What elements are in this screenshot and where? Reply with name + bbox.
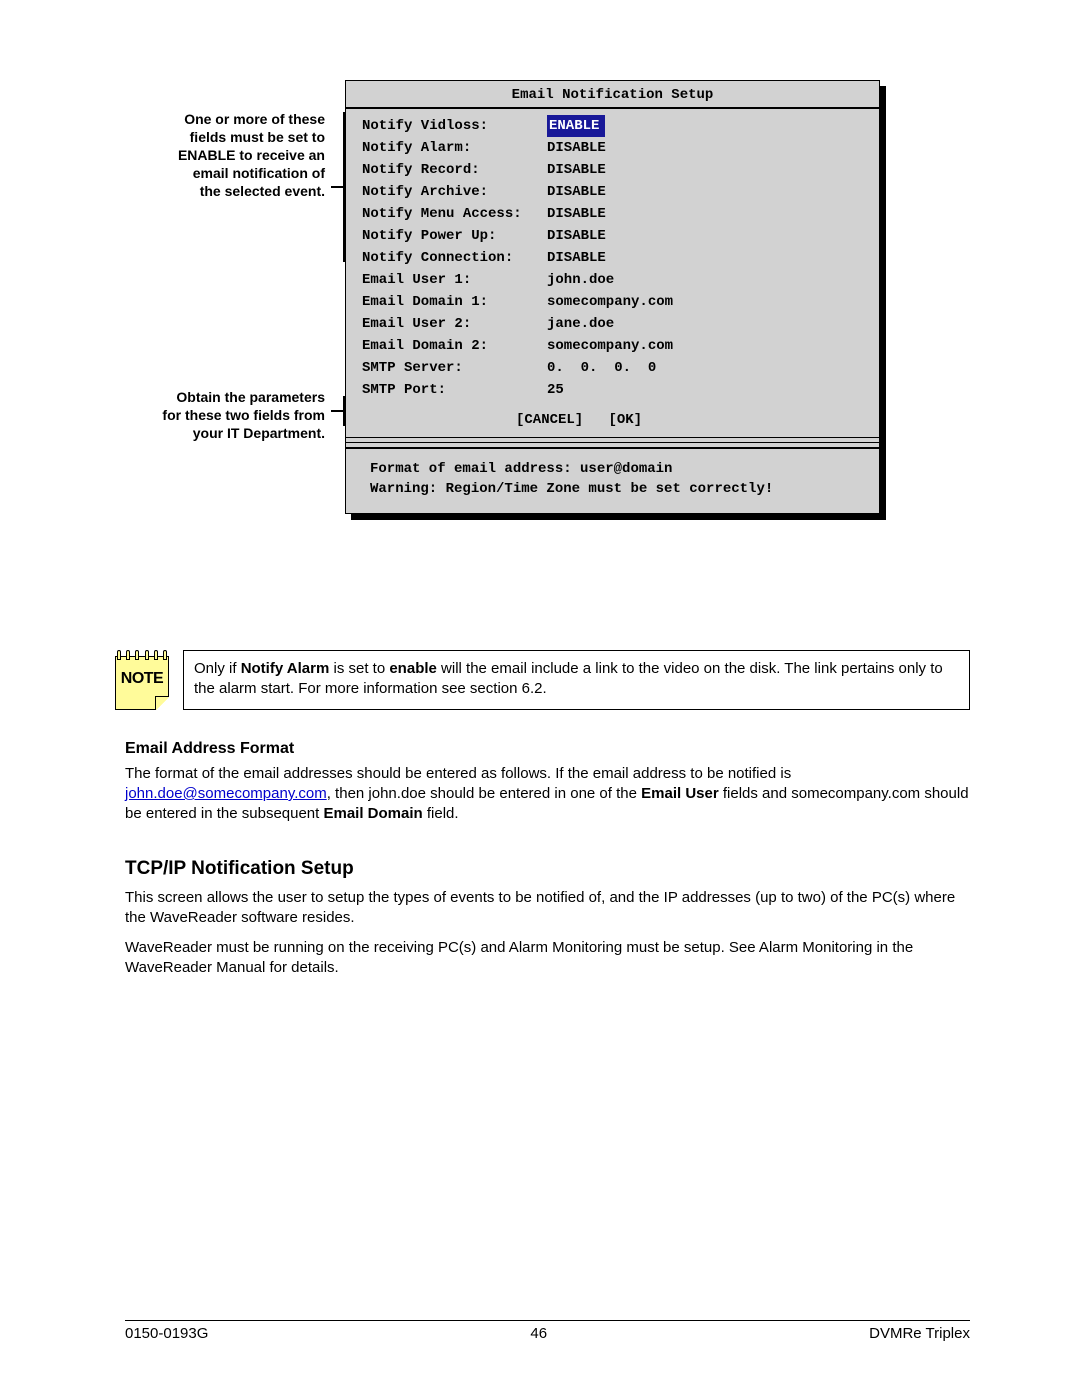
menu-row-label: Notify Power Up:: [362, 225, 547, 247]
menu-footer-format: Format of email address: user@domain: [370, 459, 863, 479]
note-icon: NOTE: [115, 650, 169, 710]
menu-row-label: Notify Alarm:: [362, 137, 547, 159]
cancel-button[interactable]: [CANCEL]: [516, 412, 583, 428]
email-notification-setup-menu: Email Notification Setup Notify Vidloss:…: [345, 80, 880, 514]
note-text: Only if Notify Alarm is set to enable wi…: [183, 650, 970, 710]
menu-row-label: Email User 2:: [362, 313, 547, 335]
menu-row-value[interactable]: DISABLE: [547, 203, 606, 225]
menu-row-value[interactable]: somecompany.com: [547, 335, 673, 357]
footer-docnum: 0150-0193G: [125, 1325, 208, 1342]
menu-footer-warning: Warning: Region/Time Zone must be set co…: [370, 479, 863, 499]
menu-row: SMTP Port:25: [362, 379, 863, 401]
menu-row-label: Email User 1:: [362, 269, 547, 291]
heading-tcpip-setup: TCP/IP Notification Setup: [125, 858, 970, 880]
callout-it-dept: Obtain the parameters for these two fiel…: [115, 388, 325, 442]
menu-row-value[interactable]: john.doe: [547, 269, 614, 291]
menu-row-value[interactable]: DISABLE: [547, 181, 606, 203]
menu-row-label: Notify Connection:: [362, 247, 547, 269]
menu-row: Notify Alarm:DISABLE: [362, 137, 863, 159]
menu-row: Notify Record:DISABLE: [362, 159, 863, 181]
menu-row-value[interactable]: DISABLE: [547, 159, 606, 181]
email-example-link[interactable]: john.doe@somecompany.com: [125, 785, 327, 802]
ok-button[interactable]: [OK]: [608, 412, 642, 428]
menu-row-label: Notify Vidloss:: [362, 115, 547, 137]
menu-row-value[interactable]: 0. 0. 0. 0: [547, 357, 656, 379]
para-email-format: The format of the email addresses should…: [125, 764, 970, 824]
menu-row-value[interactable]: jane.doe: [547, 313, 614, 335]
menu-row: Notify Vidloss:ENABLE: [362, 115, 863, 137]
menu-row: SMTP Server:0. 0. 0. 0: [362, 357, 863, 379]
menu-row: Email User 2:jane.doe: [362, 313, 863, 335]
menu-row-value[interactable]: DISABLE: [547, 225, 606, 247]
para-tcpip-2: WaveReader must be running on the receiv…: [125, 938, 970, 978]
page-footer: 0150-0193G 46 DVMRe Triplex: [125, 1320, 970, 1342]
menu-row-value[interactable]: DISABLE: [547, 137, 606, 159]
callout-enable-fields: One or more of these fields must be set …: [115, 110, 325, 200]
note-block: NOTE Only if Notify Alarm is set to enab…: [115, 650, 970, 710]
menu-row: Notify Menu Access:DISABLE: [362, 203, 863, 225]
menu-row: Email User 1:john.doe: [362, 269, 863, 291]
menu-row-label: Email Domain 2:: [362, 335, 547, 357]
menu-row: Notify Archive:DISABLE: [362, 181, 863, 203]
menu-row-label: SMTP Port:: [362, 379, 547, 401]
menu-row-value[interactable]: somecompany.com: [547, 291, 673, 313]
footer-product: DVMRe Triplex: [869, 1325, 970, 1342]
heading-email-address-format: Email Address Format: [125, 740, 970, 758]
menu-title: Email Notification Setup: [346, 81, 879, 109]
menu-row-label: Notify Record:: [362, 159, 547, 181]
menu-row: Email Domain 2:somecompany.com: [362, 335, 863, 357]
para-tcpip-1: This screen allows the user to setup the…: [125, 888, 970, 928]
menu-row-label: Notify Menu Access:: [362, 203, 547, 225]
menu-row: Notify Power Up:DISABLE: [362, 225, 863, 247]
menu-row-label: Notify Archive:: [362, 181, 547, 203]
menu-row-value[interactable]: ENABLE: [547, 115, 605, 137]
menu-screenshot: One or more of these fields must be set …: [125, 80, 970, 590]
menu-row-value[interactable]: 25: [547, 379, 564, 401]
menu-row: Email Domain 1:somecompany.com: [362, 291, 863, 313]
menu-row-label: Email Domain 1:: [362, 291, 547, 313]
menu-row-value[interactable]: DISABLE: [547, 247, 606, 269]
footer-pagenum: 46: [530, 1325, 547, 1342]
menu-row: Notify Connection:DISABLE: [362, 247, 863, 269]
menu-row-label: SMTP Server:: [362, 357, 547, 379]
